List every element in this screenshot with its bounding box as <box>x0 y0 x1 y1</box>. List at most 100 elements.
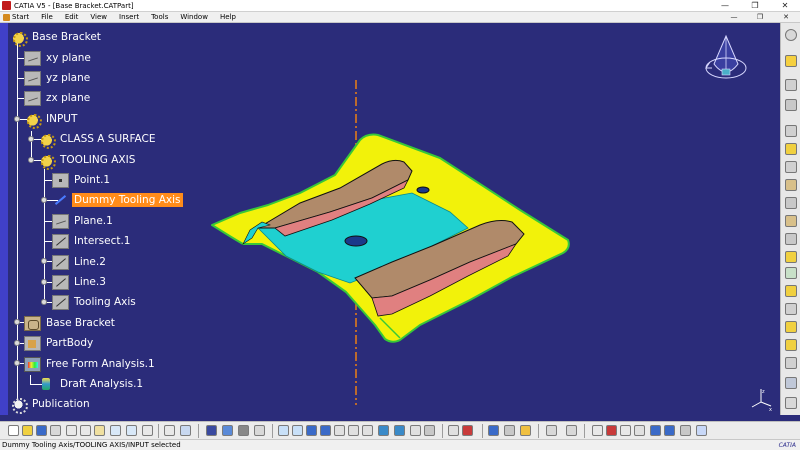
new-icon[interactable] <box>8 425 19 436</box>
pan-icon[interactable] <box>306 425 317 436</box>
tree-node-class-a-surface[interactable]: CLASS A SURFACE <box>38 130 157 149</box>
pad-icon[interactable] <box>785 125 797 137</box>
measure-between-icon[interactable] <box>546 425 557 436</box>
tree-node-intersect1[interactable]: Intersect.1 <box>52 232 132 250</box>
draft-icon[interactable] <box>785 285 797 297</box>
tree-node-zx-plane[interactable]: zx plane <box>24 89 92 107</box>
tree-node-base-bracket-part[interactable]: Base Bracket <box>24 314 117 332</box>
groove-icon[interactable] <box>785 179 797 191</box>
thickness-icon[interactable] <box>785 321 797 333</box>
expander-input[interactable] <box>14 116 20 122</box>
expander-dummy-tooling-axis[interactable] <box>41 197 47 203</box>
tree-node-line3[interactable]: Line.3 <box>52 273 108 291</box>
expander-line3[interactable] <box>41 279 47 285</box>
pocket-icon[interactable] <box>785 143 797 155</box>
fit-all-icon[interactable] <box>292 425 303 436</box>
top-hole[interactable] <box>416 186 430 194</box>
point-tool-icon[interactable] <box>785 79 797 91</box>
constraint-icon[interactable] <box>462 425 473 436</box>
print-icon[interactable] <box>50 425 61 436</box>
rib-icon[interactable] <box>785 215 797 227</box>
hide-show-icon[interactable] <box>410 425 421 436</box>
analysis-tool-icon[interactable] <box>785 377 797 389</box>
line-tool-icon[interactable] <box>785 99 797 111</box>
expander-class-a-surface[interactable] <box>28 136 34 142</box>
expander-tooling-axis[interactable] <box>28 157 34 163</box>
macro-icon[interactable] <box>254 425 265 436</box>
expander-base-bracket-part[interactable] <box>14 319 20 325</box>
lighting-icon[interactable] <box>664 425 675 436</box>
expander-partbody[interactable] <box>14 340 20 346</box>
save-icon[interactable] <box>36 425 47 436</box>
expander-free-form-analysis[interactable] <box>14 360 20 366</box>
tree-node-label: zx plane <box>46 92 91 104</box>
shading-icon[interactable] <box>394 425 405 436</box>
slot-icon[interactable] <box>785 233 797 245</box>
tools-palette-icon[interactable] <box>520 425 531 436</box>
tree-node-draft-analysis[interactable]: Draft Analysis.1 <box>38 375 145 393</box>
material-icon[interactable] <box>634 425 645 436</box>
cut-icon[interactable] <box>66 425 77 436</box>
tree-node-xy-plane[interactable]: xy plane <box>24 49 93 67</box>
paste-icon[interactable] <box>94 425 105 436</box>
render-icon[interactable] <box>620 425 631 436</box>
normal-view-icon[interactable] <box>362 425 373 436</box>
update-icon[interactable] <box>592 425 603 436</box>
tree-node-publication[interactable]: Publication <box>10 395 92 414</box>
view-mode-icon[interactable] <box>650 425 661 436</box>
tree-node-label: Intersect.1 <box>74 235 131 247</box>
chamfer-icon[interactable] <box>785 267 797 279</box>
open-icon[interactable] <box>22 425 33 436</box>
sketch-tool-icon[interactable] <box>206 425 217 436</box>
swap-icon[interactable] <box>504 425 515 436</box>
compass-icon[interactable] <box>702 34 750 86</box>
tree-node-plane1[interactable]: Plane.1 <box>52 212 115 230</box>
expander-line2[interactable] <box>41 258 47 264</box>
shell-icon[interactable] <box>785 303 797 315</box>
catalog-icon[interactable] <box>222 425 233 436</box>
tree-node-tooling-axis[interactable]: Tooling Axis <box>52 293 138 311</box>
fly-mode-icon[interactable] <box>278 425 289 436</box>
tree-node-input[interactable]: INPUT <box>24 110 79 129</box>
whats-this-icon[interactable] <box>142 425 153 436</box>
hide-icon[interactable] <box>488 425 499 436</box>
zoom-out-icon[interactable] <box>348 425 359 436</box>
tree-node-partbody[interactable]: PartBody <box>24 334 95 352</box>
zoom-in-icon[interactable] <box>334 425 345 436</box>
tree-node-yz-plane[interactable]: yz plane <box>24 69 92 87</box>
select-icon[interactable] <box>785 55 797 67</box>
measure-item-icon[interactable] <box>566 425 577 436</box>
redo-icon[interactable] <box>126 425 137 436</box>
tree-node-free-form-analysis[interactable]: Free Form Analysis.1 <box>24 355 157 373</box>
copy-icon[interactable] <box>80 425 91 436</box>
shaft-icon[interactable] <box>785 161 797 173</box>
measure-icon[interactable] <box>785 357 797 369</box>
tree-node-label: Line.3 <box>74 276 106 288</box>
tree-node-point1[interactable]: Point.1 <box>52 171 112 189</box>
perspective-icon[interactable] <box>696 425 707 436</box>
tree-node-label: Publication <box>32 398 90 410</box>
tree-node-base-bracket-root[interactable]: Base Bracket <box>10 28 103 47</box>
knowledge-icon[interactable] <box>180 425 191 436</box>
snap-icon[interactable] <box>448 425 459 436</box>
tree-node-dummy-tooling-axis[interactable]: Dummy Tooling Axis <box>52 191 183 209</box>
center-hole[interactable] <box>344 235 368 247</box>
apply-material-icon[interactable] <box>785 397 797 409</box>
expander-tooling-axis-line[interactable] <box>41 299 47 305</box>
depth-effect-icon[interactable] <box>680 425 691 436</box>
update-all-icon[interactable] <box>606 425 617 436</box>
rotate-icon[interactable] <box>320 425 331 436</box>
tool-icon[interactable] <box>238 425 249 436</box>
fillet-icon[interactable] <box>785 251 797 263</box>
swap-visible-icon[interactable] <box>424 425 435 436</box>
tree-node-line2[interactable]: Line.2 <box>52 253 108 271</box>
body-icon <box>24 335 41 351</box>
sketcher-icon[interactable] <box>785 29 797 41</box>
formula-icon[interactable] <box>164 425 175 436</box>
plane-icon <box>24 90 41 106</box>
boolean-icon[interactable] <box>785 339 797 351</box>
hole-icon[interactable] <box>785 197 797 209</box>
iso-view-icon[interactable] <box>378 425 389 436</box>
undo-icon[interactable] <box>110 425 121 436</box>
tree-node-tooling-axis-set[interactable]: TOOLING AXIS <box>38 151 137 170</box>
